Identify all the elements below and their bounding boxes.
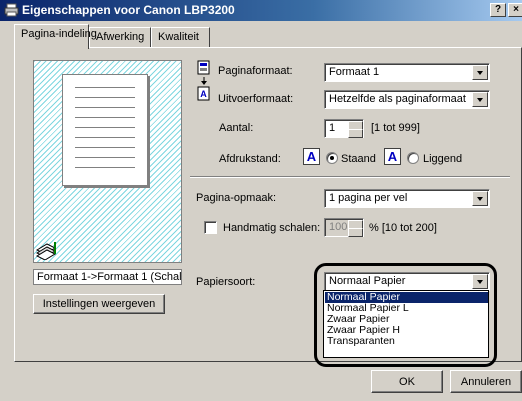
output-size-label: Uitvoerformaat: — [218, 93, 294, 105]
copies-spin-down[interactable] — [348, 129, 363, 138]
output-size-value: Hetzelfde als paginaformaat — [329, 93, 466, 105]
title-bar[interactable]: Eigenschappen voor Canon LBP3200 ? × — [0, 0, 522, 21]
landscape-label[interactable]: Liggend — [423, 153, 462, 165]
preview-caption: Formaat 1->Formaat 1 (Schaler — [33, 269, 182, 285]
manual-scaling-label[interactable]: Handmatig schalen: — [223, 222, 320, 234]
copies-label: Aantal: — [219, 122, 254, 134]
landscape-radio[interactable] — [407, 152, 419, 164]
ok-label: OK — [399, 376, 415, 388]
svg-text:A: A — [200, 89, 207, 99]
page-layout-select[interactable]: 1 pagina per vel — [324, 189, 490, 208]
help-button[interactable]: ? — [490, 3, 506, 17]
text-line — [75, 157, 135, 158]
callout-highlight-ring — [314, 263, 497, 367]
page-size-dropdown-button[interactable] — [472, 65, 488, 80]
tab-pagina-indeling[interactable]: Pagina-indeling — [14, 24, 97, 49]
scaling-spin-down[interactable] — [348, 228, 363, 237]
page-layout-dropdown-button[interactable] — [472, 191, 488, 206]
section-divider — [190, 176, 510, 178]
portrait-label[interactable]: Staand — [341, 153, 376, 165]
copies-range: [1 tot 999] — [371, 122, 420, 134]
output-size-icon: A — [197, 86, 210, 101]
paper-stack-icon — [35, 242, 57, 260]
paper-type-label: Papiersoort: — [196, 276, 256, 288]
text-line — [75, 127, 135, 128]
tab-label: Kwaliteit — [158, 31, 199, 43]
portrait-radio[interactable] — [326, 152, 338, 164]
window-title: Eigenschappen voor Canon LBP3200 — [22, 3, 235, 17]
tab-label: Afwerking — [96, 31, 145, 43]
manual-scaling-checkbox[interactable] — [204, 221, 217, 234]
output-size-select[interactable]: Hetzelfde als paginaformaat — [324, 90, 490, 109]
tab-label: Pagina-indeling — [21, 28, 97, 40]
text-line — [75, 147, 135, 148]
page-layout-label: Pagina-opmaak: — [196, 192, 277, 204]
tab-afwerking[interactable]: Afwerking — [89, 27, 151, 48]
page-size-icon — [197, 60, 210, 75]
cancel-button[interactable]: Annuleren — [450, 370, 522, 393]
page-size-select[interactable]: Formaat 1 — [324, 63, 490, 82]
cancel-label: Annuleren — [460, 376, 512, 388]
scaling-range: % [10 tot 200] — [369, 222, 437, 234]
ok-button[interactable]: OK — [371, 370, 443, 393]
view-settings-button[interactable]: Instellingen weergeven — [33, 294, 165, 314]
close-button[interactable]: × — [508, 3, 522, 17]
page-size-label: Paginaformaat: — [218, 65, 293, 77]
text-line — [75, 107, 135, 108]
page-layout-value: 1 pagina per vel — [329, 192, 408, 204]
text-line — [75, 87, 135, 88]
arrow-down-icon — [201, 77, 207, 85]
tab-kwaliteit[interactable]: Kwaliteit — [151, 27, 210, 48]
portrait-icon: A — [303, 148, 320, 165]
view-settings-label: Instellingen weergeven — [42, 298, 156, 310]
text-line — [75, 117, 135, 118]
page-size-value: Formaat 1 — [329, 66, 380, 78]
copies-value: 1 — [329, 122, 336, 134]
printer-app-icon — [4, 3, 19, 17]
text-line — [75, 167, 135, 168]
text-line — [75, 137, 135, 138]
output-size-dropdown-button[interactable] — [472, 92, 488, 107]
landscape-icon: A — [384, 148, 401, 165]
orientation-label: Afdrukstand: — [219, 153, 281, 165]
preview-sheet — [62, 74, 148, 186]
scaling-value: 100 — [329, 221, 348, 233]
text-line — [75, 97, 135, 98]
